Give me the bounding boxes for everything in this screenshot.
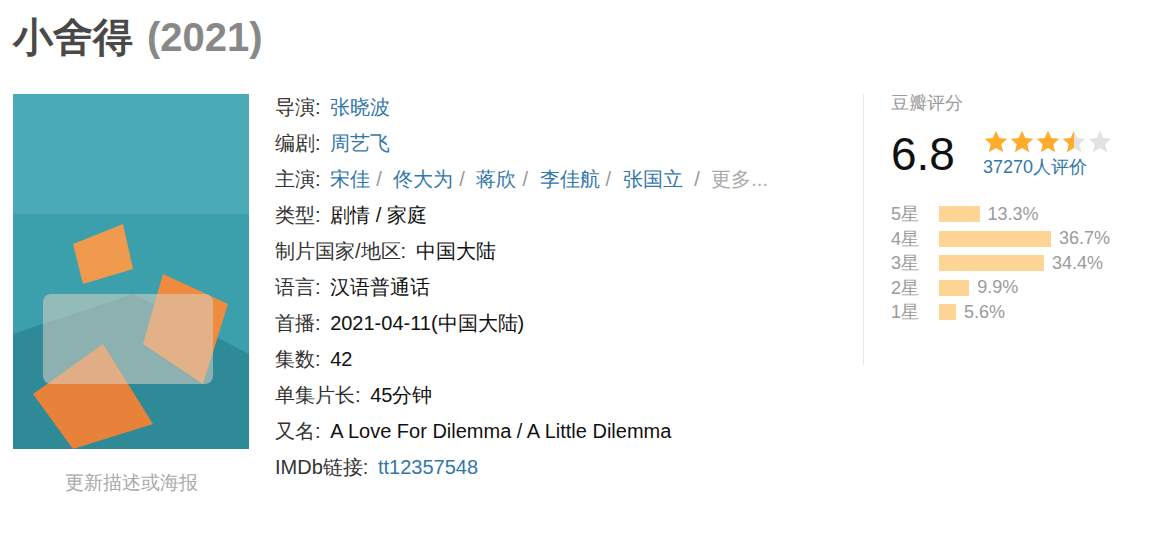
info-row: 首播: 2021-04-11(中国大陆) — [275, 305, 863, 341]
histogram-percent: 13.3% — [988, 204, 1039, 225]
histogram-label: 3星 — [891, 251, 939, 275]
info-label: 导演: — [275, 96, 321, 118]
info-value: 45分钟 — [370, 384, 432, 406]
poster-column: 更新描述或海报 — [13, 94, 249, 497]
histogram-label: 1星 — [891, 300, 939, 324]
info-row: 导演: 张晓波 — [275, 89, 863, 125]
histogram-row: 3星 34.4% — [891, 251, 1139, 276]
info-label: 又名: — [275, 420, 321, 442]
separator: / — [694, 168, 700, 190]
info-link[interactable]: 张晓波 — [330, 96, 390, 118]
info-value: A Love For Dilemma / A Little Dilemma — [330, 420, 671, 442]
info-row: IMDb链接: tt12357548 — [275, 449, 863, 485]
separator: / — [376, 168, 382, 190]
info-link[interactable]: 周艺飞 — [330, 132, 390, 154]
info-list: 导演: 张晓波 编剧: 周艺飞 主演: 宋佳 / 佟大为 / 蒋欣 / 李佳航 / 张国… — [275, 89, 863, 497]
info-label: 单集片长: — [275, 384, 361, 406]
info-row: 制片国家/地区: 中国大陆 — [275, 233, 863, 269]
info-label: 主演: — [275, 168, 321, 190]
separator: / — [459, 168, 465, 190]
info-label: 制片国家/地区: — [275, 240, 406, 262]
histogram-percent: 34.4% — [1052, 253, 1103, 274]
rating-histogram: 5星 13.3%4星 36.7%3星 34.4%2星 9.9%1星 5.6% — [891, 202, 1139, 325]
info-link[interactable]: tt12357548 — [378, 456, 478, 478]
info-value: 汉语普通话 — [330, 276, 430, 298]
info-row: 主演: 宋佳 / 佟大为 / 蒋欣 / 李佳航 / 张国立 / 更多... — [275, 161, 863, 197]
histogram-row: 5星 13.3% — [891, 202, 1139, 227]
histogram-bar — [939, 304, 956, 320]
score-side: 37270人评价 — [983, 129, 1113, 179]
rating-panel: 豆瓣评分 6.8 37270人评价 5星 13.3%4星 36.7%3星 34.… — [863, 94, 1139, 365]
histogram-label: 4星 — [891, 227, 939, 251]
histogram-bar — [939, 280, 969, 296]
info-label: 编剧: — [275, 132, 321, 154]
info-label: IMDb链接: — [275, 456, 368, 478]
histogram-percent: 5.6% — [964, 302, 1005, 323]
star-row — [983, 129, 1113, 155]
info-row: 集数: 42 — [275, 341, 863, 377]
more-link[interactable]: 更多... — [711, 168, 768, 190]
histogram-row: 4星 36.7% — [891, 227, 1139, 252]
poster-image[interactable] — [13, 94, 249, 449]
rating-score: 6.8 — [891, 126, 983, 182]
info-value: 2021-04-11(中国大陆) — [330, 312, 524, 334]
update-poster-link[interactable]: 更新描述或海报 — [65, 469, 198, 497]
poster-art-icon — [13, 94, 249, 449]
page-title: 小舍得 (2021) — [13, 12, 1165, 62]
separator: / — [606, 168, 612, 190]
histogram-percent: 36.7% — [1059, 228, 1110, 249]
histogram-label: 2星 — [891, 276, 939, 300]
subject-main: 更新描述或海报 导演: 张晓波 编剧: 周艺飞 主演: 宋佳 / 佟大为 / 蒋欣 /… — [13, 94, 1165, 497]
votes-link[interactable]: 37270人评价 — [983, 155, 1113, 179]
info-value: 42 — [330, 348, 352, 370]
histogram-bar — [939, 255, 1044, 271]
star-icon — [1009, 129, 1035, 155]
rating-label: 豆瓣评分 — [891, 92, 1139, 114]
star-icon — [1035, 129, 1061, 155]
histogram-label: 5星 — [891, 202, 939, 226]
star-icon — [1087, 129, 1113, 155]
histogram-bar — [939, 206, 980, 222]
info-link[interactable]: 张国立 — [623, 168, 683, 190]
histogram-bar — [939, 231, 1051, 247]
info-row: 单集片长: 45分钟 — [275, 377, 863, 413]
info-value: 剧情 / 家庭 — [330, 204, 427, 226]
info-row: 语言: 汉语普通话 — [275, 269, 863, 305]
histogram-percent: 9.9% — [977, 277, 1018, 298]
info-label: 首播: — [275, 312, 321, 334]
info-row: 又名: A Love For Dilemma / A Little Dilemm… — [275, 413, 863, 449]
info-link[interactable]: 佟大为 — [393, 168, 453, 190]
subject-page: 小舍得 (2021) 更新描述或海报 导演: 张晓波 编剧: 周艺飞 主演: 宋… — [0, 0, 1165, 542]
info-link[interactable]: 蒋欣 — [476, 168, 516, 190]
title-year: (2021) — [147, 12, 263, 62]
score-row: 6.8 37270人评价 — [891, 126, 1139, 182]
star-icon — [983, 129, 1009, 155]
star-icon — [1061, 129, 1087, 155]
info-row: 类型: 剧情 / 家庭 — [275, 197, 863, 233]
title-text: 小舍得 — [13, 12, 133, 62]
info-label: 语言: — [275, 276, 321, 298]
info-label: 集数: — [275, 348, 321, 370]
info-link[interactable]: 宋佳 — [330, 168, 370, 190]
info-row: 编剧: 周艺飞 — [275, 125, 863, 161]
histogram-row: 2星 9.9% — [891, 276, 1139, 301]
histogram-row: 1星 5.6% — [891, 300, 1139, 325]
info-link[interactable]: 李佳航 — [540, 168, 600, 190]
separator: / — [522, 168, 528, 190]
info-label: 类型: — [275, 204, 321, 226]
info-value: 中国大陆 — [416, 240, 496, 262]
